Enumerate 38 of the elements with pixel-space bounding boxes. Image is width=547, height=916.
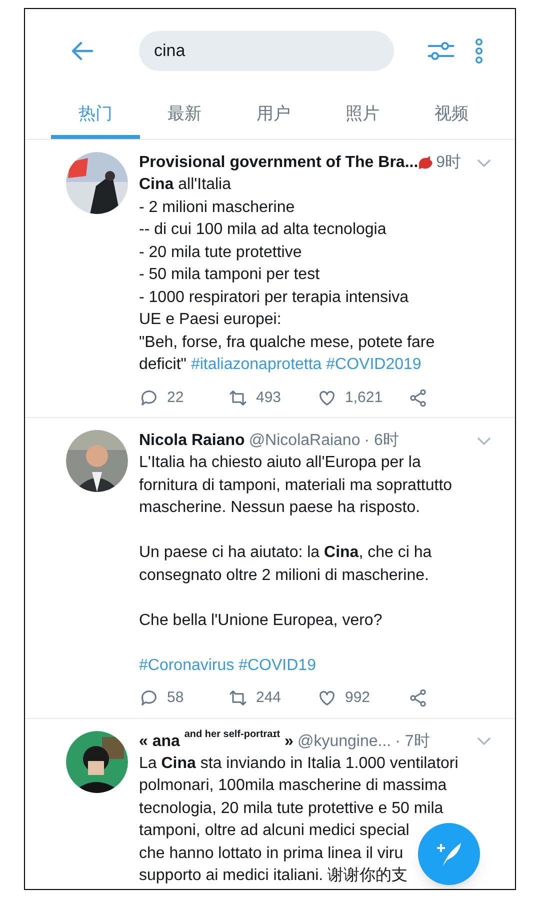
share-icon[interactable] [408, 688, 428, 708]
retweet-count: 493 [256, 388, 282, 408]
back-arrow-icon[interactable] [71, 41, 93, 61]
hashtag-link[interactable]: #Coronavirus #COVID19 [139, 656, 316, 674]
author-handle[interactable]: @NicolaRaiano [248, 430, 360, 452]
filter-sliders-icon[interactable] [427, 39, 455, 63]
hashtag-link[interactable]: #italiazonaprotetta #COVID2019 [190, 356, 422, 373]
tab[interactable]: 视频 [407, 93, 496, 139]
tab[interactable]: 照片 [318, 93, 407, 139]
tab[interactable]: 用户 [229, 93, 318, 139]
reply-count: 58 [167, 688, 184, 708]
tweet-time: · 6时 [364, 430, 399, 451]
reply-count: 22 [167, 388, 184, 408]
like-count: 992 [345, 688, 370, 708]
tweet-text: tamponi, oltre ad alcuni medici special che hanno lottato in prima linea il viru supporto ai medici italiani. 谢谢你的支 [139, 821, 410, 886]
retweet-count: 244 [256, 688, 282, 708]
heart-icon[interactable] [317, 688, 337, 708]
reply-icon[interactable] [139, 688, 159, 708]
retweet-icon[interactable] [228, 388, 248, 408]
tweet-text: Un paese ci ha aiutato: la Cina, che ci ha consegnato oltre 2 milioni di mascherine. [139, 543, 432, 586]
author-name[interactable]: « ana $^{and her self-portraɪt}$ » [139, 730, 294, 752]
tab[interactable]: 最新 [140, 93, 229, 139]
tweet-time: 9时 [436, 152, 462, 173]
author-handle[interactable]: @kyungine... [297, 730, 392, 752]
more-options-icon[interactable] [475, 38, 483, 64]
search-field[interactable]: cina [139, 31, 394, 71]
tweet-text: Cina all'Italia - 2 milioni mascherine -- di cui 100 mila ad alta tecnologia - 20 mila tute protettive - 50 mila tamponi per test - 1000 respiratori per terapia intensiva UE e Paesi europei: "Beh, forse, fra qualche mese, potete fare deficit" #italiazonaprotetta #COVID2019 [139, 175, 435, 375]
retweet-icon[interactable] [228, 688, 248, 708]
tweet-text: L'Italia ha chiesto aiuto all'Europa per la fornitura di tamponi, materiali ma soprattutto mascherine. Nessun paese ha risposto. [139, 453, 452, 518]
like-count: 1,621 [345, 388, 383, 408]
tweet-time: · 7时 [395, 732, 430, 752]
author-name[interactable]: Provisional government of The Bra... [139, 152, 418, 174]
tweet-text: Che bella l'Unione Europea, vero? [139, 610, 382, 630]
tab[interactable]: 热门 [51, 93, 140, 139]
reply-icon[interactable] [139, 388, 159, 408]
share-icon[interactable] [408, 388, 428, 408]
author-name[interactable]: Nicola Raiano [139, 430, 245, 452]
feather-plus-icon [435, 841, 463, 867]
